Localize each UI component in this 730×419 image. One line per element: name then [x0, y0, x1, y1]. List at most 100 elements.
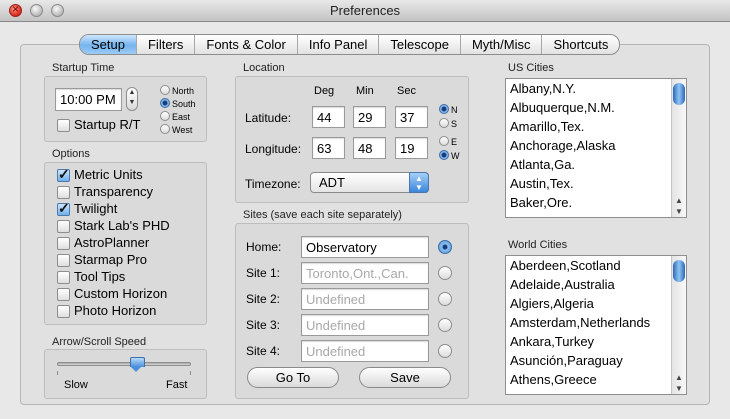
tab-fonts-color[interactable]: Fonts & Color	[195, 35, 298, 54]
option-checkbox[interactable]	[57, 271, 70, 284]
latitude-deg-field[interactable]	[312, 106, 345, 128]
longitude-deg-field[interactable]	[312, 137, 345, 159]
longitude-west-label: W	[451, 151, 460, 161]
latitude-south-label: S	[451, 119, 458, 129]
timezone-select[interactable]: ADT ▲ ▼	[310, 172, 429, 193]
direction-west-label: West	[172, 125, 193, 135]
site-name-field[interactable]	[301, 288, 429, 310]
us-city-item[interactable]: Amarillo,Tex.	[506, 117, 686, 136]
option-checkbox[interactable]	[57, 186, 70, 199]
world-cities-list[interactable]: Aberdeen,Scotland Adelaide,Australia Algie…	[505, 255, 687, 395]
scroll-down-icon[interactable]: ▼	[675, 384, 683, 393]
latitude-min-field[interactable]	[353, 106, 386, 128]
scroll-up-icon[interactable]: ▲	[675, 373, 683, 382]
tab-shortcuts[interactable]: Shortcuts	[542, 35, 619, 54]
option-checkbox[interactable]	[57, 237, 70, 250]
site-name-field[interactable]	[301, 340, 429, 362]
tab-info-panel[interactable]: Info Panel	[298, 35, 380, 54]
site-select-radio[interactable]	[438, 266, 452, 280]
us-cities-list[interactable]: Albany,N.Y. Albuquerque,N.M. Amarillo,Tex.…	[505, 78, 687, 218]
option-checkbox[interactable]	[57, 305, 70, 318]
speed-tick-max	[190, 371, 191, 375]
longitude-sec-field[interactable]	[395, 137, 428, 159]
longitude-east-radio[interactable]	[439, 136, 449, 146]
latitude-south-radio[interactable]	[439, 118, 449, 128]
option-label: Photo Horizon	[74, 303, 157, 318]
site-name-field[interactable]	[301, 236, 429, 258]
site-label: Site 1:	[246, 266, 281, 280]
tab-setup[interactable]: Setup	[80, 35, 137, 54]
direction-north-label: North	[172, 86, 195, 96]
startup-rt-checkbox[interactable]	[57, 119, 70, 132]
options-label: Options	[52, 148, 90, 160]
world-city-item[interactable]: Asunción,Paraguay	[506, 351, 686, 370]
speed-slider-track[interactable]	[57, 362, 191, 366]
window-title: Preferences	[329, 3, 401, 18]
world-cities-scrollbar[interactable]: ▲ ▼	[671, 256, 686, 394]
us-city-item[interactable]: Anchorage,Alaska	[506, 136, 686, 155]
option-label: Twilight	[74, 201, 118, 216]
world-city-item[interactable]: Aberdeen,Scotland	[506, 256, 686, 275]
site-select-radio[interactable]	[438, 240, 452, 254]
direction-north-radio[interactable]	[160, 85, 170, 95]
site-name-field[interactable]	[301, 262, 429, 284]
us-cities-scroll-thumb[interactable]	[673, 83, 685, 105]
longitude-min-field[interactable]	[353, 137, 386, 159]
site-select-radio[interactable]	[438, 344, 452, 358]
startup-time-label: Startup Time	[52, 62, 115, 74]
site-select-radio[interactable]	[438, 318, 452, 332]
tab-telescope[interactable]: Telescope	[379, 35, 461, 54]
goto-button[interactable]: Go To	[247, 367, 339, 388]
latitude-sec-field[interactable]	[395, 106, 428, 128]
option-label: Starmap Pro	[74, 252, 147, 267]
speed-label: Arrow/Scroll Speed	[52, 336, 147, 348]
tab-bar: Setup Filters Fonts & Color Info Panel T…	[79, 34, 621, 55]
us-city-item[interactable]: Austin,Tex.	[506, 174, 686, 193]
option-checkbox[interactable]	[57, 220, 70, 233]
speed-slider-thumb[interactable]	[130, 357, 145, 372]
direction-south-radio[interactable]	[160, 98, 170, 108]
site-select-radio[interactable]	[438, 292, 452, 306]
direction-west-radio[interactable]	[160, 124, 170, 134]
latitude-north-label: N	[451, 105, 458, 115]
us-cities-label: US Cities	[508, 62, 554, 74]
tab-filters[interactable]: Filters	[137, 35, 196, 54]
world-city-item[interactable]: Ankara,Turkey	[506, 332, 686, 351]
direction-east-label: East	[172, 112, 191, 122]
sites-label: Sites (save each site separately)	[243, 209, 402, 221]
site-name-field[interactable]	[301, 314, 429, 336]
option-checkbox[interactable]	[57, 200, 70, 217]
world-city-item[interactable]: Amsterdam,Netherlands	[506, 313, 686, 332]
latitude-north-radio[interactable]	[439, 104, 449, 114]
speed-slow-label: Slow	[64, 379, 88, 391]
option-checkbox[interactable]	[57, 254, 70, 267]
option-checkbox[interactable]	[57, 166, 70, 183]
title-bar: Preferences	[0, 0, 730, 22]
min-column-label: Min	[356, 85, 374, 97]
time-stepper[interactable]: ▲ ▼	[126, 87, 138, 111]
site-label: Site 4:	[246, 344, 281, 358]
us-city-item[interactable]: Atlanta,Ga.	[506, 155, 686, 174]
scroll-down-icon[interactable]: ▼	[675, 207, 683, 216]
direction-south-label: South	[172, 99, 196, 109]
world-city-item[interactable]: Athens,Greece	[506, 370, 686, 389]
us-city-item[interactable]: Albany,N.Y.	[506, 79, 686, 98]
option-label: Custom Horizon	[74, 286, 168, 301]
world-city-item[interactable]: Algiers,Algeria	[506, 294, 686, 313]
scroll-up-icon[interactable]: ▲	[675, 196, 683, 205]
us-cities-scrollbar[interactable]: ▲ ▼	[671, 79, 686, 217]
option-label: Metric Units	[74, 167, 143, 182]
startup-time-field[interactable]	[55, 88, 122, 111]
tab-myth-misc[interactable]: Myth/Misc	[461, 35, 543, 54]
longitude-west-radio[interactable]	[439, 150, 449, 160]
direction-east-radio[interactable]	[160, 111, 170, 121]
timezone-label: Timezone:	[245, 177, 301, 191]
site-label: Home:	[246, 240, 282, 254]
option-checkbox[interactable]	[57, 288, 70, 301]
chevron-updown-icon: ▲ ▼	[409, 172, 429, 193]
world-city-item[interactable]: Adelaide,Australia	[506, 275, 686, 294]
world-cities-scroll-thumb[interactable]	[673, 260, 685, 282]
us-city-item[interactable]: Albuquerque,N.M.	[506, 98, 686, 117]
us-city-item[interactable]: Baker,Ore.	[506, 193, 686, 212]
save-button[interactable]: Save	[359, 367, 451, 388]
